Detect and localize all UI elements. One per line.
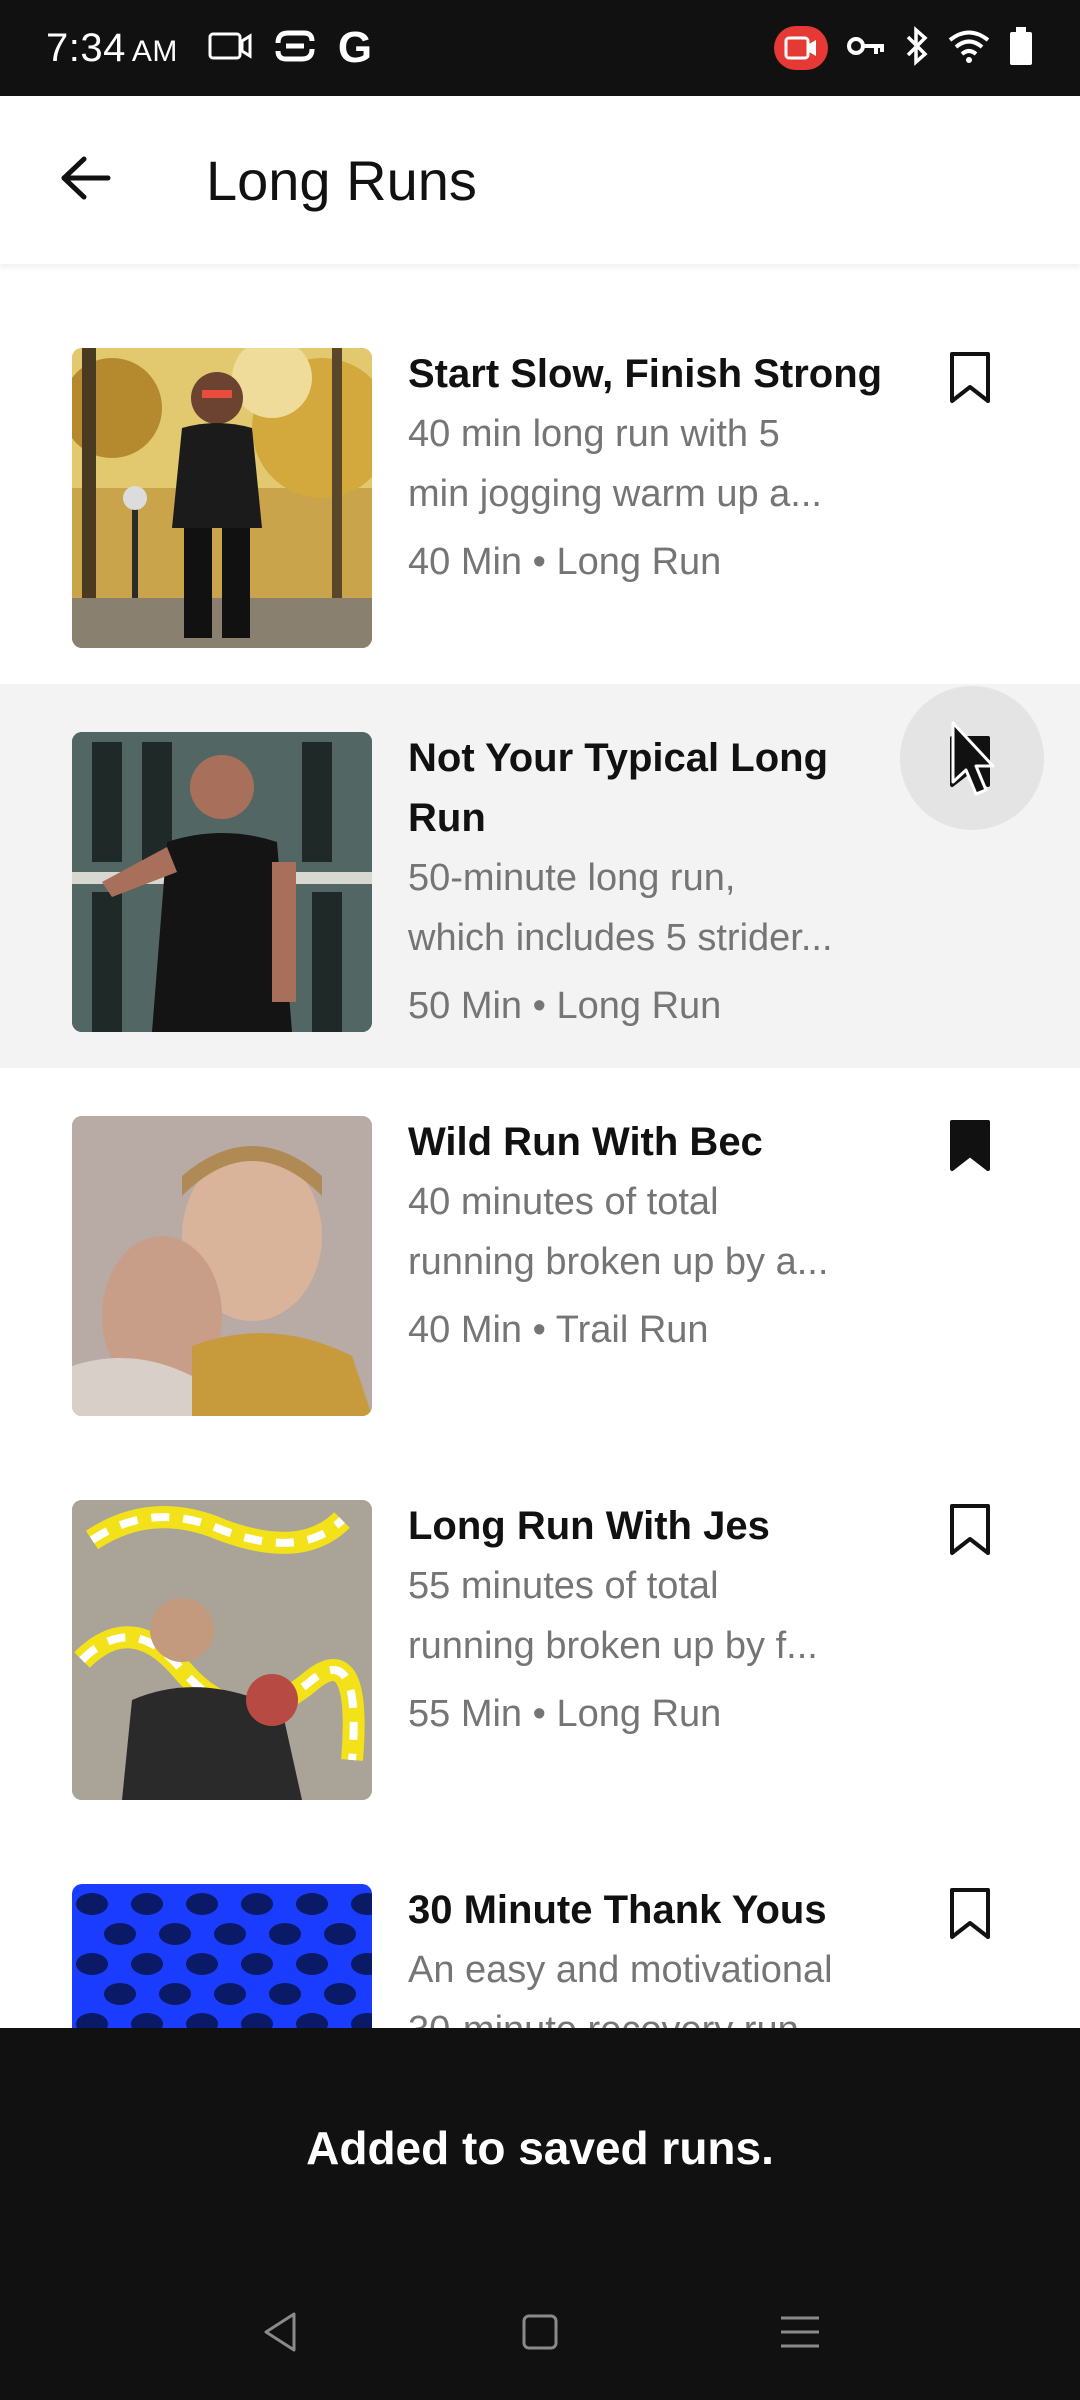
system-nav-bar: [0, 2268, 1080, 2400]
link-icon: [274, 29, 316, 68]
run-info: Long Run With Jes 55 minutes of total ru…: [408, 1496, 908, 1744]
run-description: 40 min long run with 5 min jogging warm …: [408, 404, 908, 524]
run-description: 55 minutes of total running broken up by…: [408, 1556, 908, 1676]
run-item[interactable]: Start Slow, Finish Strong 40 min long ru…: [0, 300, 1080, 684]
time-text: 7:34: [46, 25, 126, 70]
app-screen: 7:34 AM G Long Runs Start Slow, Finish S…: [0, 0, 1080, 2400]
run-description-line: An easy and motivational: [408, 1949, 833, 1991]
run-item[interactable]: 30 Minute Thank Yous An easy and motivat…: [0, 1836, 1080, 2028]
run-meta: 40 Min • Trail Run: [408, 1309, 709, 1351]
back-button[interactable]: [30, 125, 140, 235]
bookmark-button[interactable]: [940, 350, 1000, 410]
bookmark-filled-icon: [948, 1119, 992, 1178]
run-title: Start Slow, Finish Strong: [408, 352, 883, 396]
page-title: Long Runs: [206, 148, 477, 212]
runs-list: Start Slow, Finish Strong 40 min long ru…: [0, 300, 1080, 2028]
arrow-left-icon: [58, 155, 112, 206]
run-title: Wild Run With Bec: [408, 1120, 763, 1164]
snackbar-message: Added to saved runs.: [306, 2122, 774, 2174]
nav-home-button[interactable]: [490, 2284, 590, 2384]
status-time: 7:34 AM: [46, 26, 178, 71]
bookmark-outline-icon: [948, 1503, 992, 1562]
run-title: Long Run With Jes: [408, 1504, 770, 1548]
run-description: 50-minute long run, which includes 5 str…: [408, 848, 908, 968]
wifi-icon: [948, 29, 990, 68]
status-left-icons: G: [208, 23, 372, 73]
run-description-line: 50-minute long run,: [408, 857, 736, 899]
bookmark-button[interactable]: [940, 1118, 1000, 1178]
nav-back-button[interactable]: [230, 2284, 330, 2384]
bookmark-button[interactable]: [940, 1886, 1000, 1946]
run-info: Start Slow, Finish Strong 40 min long ru…: [408, 344, 908, 592]
run-title-line: Not Your Typical Long: [408, 736, 828, 780]
google-icon: G: [337, 23, 373, 72]
run-info: Wild Run With Bec 40 minutes of total ru…: [408, 1112, 908, 1360]
run-thumbnail: [72, 1116, 372, 1416]
run-description: An easy and motivational 30-minute recov…: [408, 1940, 908, 2028]
run-description-line: running broken up by f...: [408, 1625, 818, 1667]
bookmark-outline-icon: [948, 351, 992, 410]
snackbar: Added to saved runs.: [0, 2028, 1080, 2268]
bookmark-outline-icon: [948, 1887, 992, 1946]
run-title: Not Your Typical Long Run: [408, 728, 908, 848]
recording-badge-icon: [774, 26, 828, 70]
run-description-line: 40 min long run with 5: [408, 413, 780, 455]
run-item[interactable]: Not Your Typical Long Run 50-minute long…: [0, 684, 1080, 1068]
run-item[interactable]: Wild Run With Bec 40 minutes of total ru…: [0, 1068, 1080, 1452]
run-meta: 55 Min • Long Run: [408, 1693, 722, 1735]
screen-record-icon: [208, 31, 252, 66]
back-triangle-icon: [260, 2310, 300, 2359]
run-description-line: which includes 5 strider...: [408, 917, 833, 959]
run-description-line: 30-minute recovery run.: [408, 2000, 908, 2028]
run-title-line: Run: [408, 796, 486, 840]
ampm-text: AM: [131, 34, 178, 68]
run-description-line: 40 minutes of total: [408, 1181, 719, 1223]
recents-menu-icon: [779, 2312, 821, 2357]
status-bar: 7:34 AM G: [0, 0, 1080, 96]
run-thumbnail: [72, 1500, 372, 1800]
bookmark-button[interactable]: [940, 1502, 1000, 1562]
run-meta: 40 Min • Long Run: [408, 541, 722, 583]
run-thumbnail: [72, 1884, 372, 2028]
run-info: Not Your Typical Long Run 50-minute long…: [408, 728, 908, 1036]
run-meta: 50 Min • Long Run: [408, 985, 722, 1027]
home-square-icon: [520, 2312, 560, 2357]
run-description-line: running broken up by a...: [408, 1241, 829, 1283]
mouse-cursor-icon: [950, 720, 996, 800]
run-thumbnail: [72, 732, 372, 1032]
nav-recents-button[interactable]: [750, 2284, 850, 2384]
vpn-key-icon: [846, 33, 886, 64]
status-right-icons: [774, 25, 1034, 71]
battery-icon: [1008, 26, 1034, 71]
run-description-line: min jogging warm up a...: [408, 473, 822, 515]
run-title: 30 Minute Thank Yous: [408, 1888, 827, 1932]
run-info: 30 Minute Thank Yous An easy and motivat…: [408, 1880, 908, 2028]
app-bar: Long Runs: [0, 96, 1080, 264]
run-description-line: 55 minutes of total: [408, 1565, 719, 1607]
bluetooth-icon: [904, 25, 930, 71]
run-thumbnail: [72, 348, 372, 648]
run-description: 40 minutes of total running broken up by…: [408, 1172, 908, 1292]
run-item[interactable]: Long Run With Jes 55 minutes of total ru…: [0, 1452, 1080, 1836]
